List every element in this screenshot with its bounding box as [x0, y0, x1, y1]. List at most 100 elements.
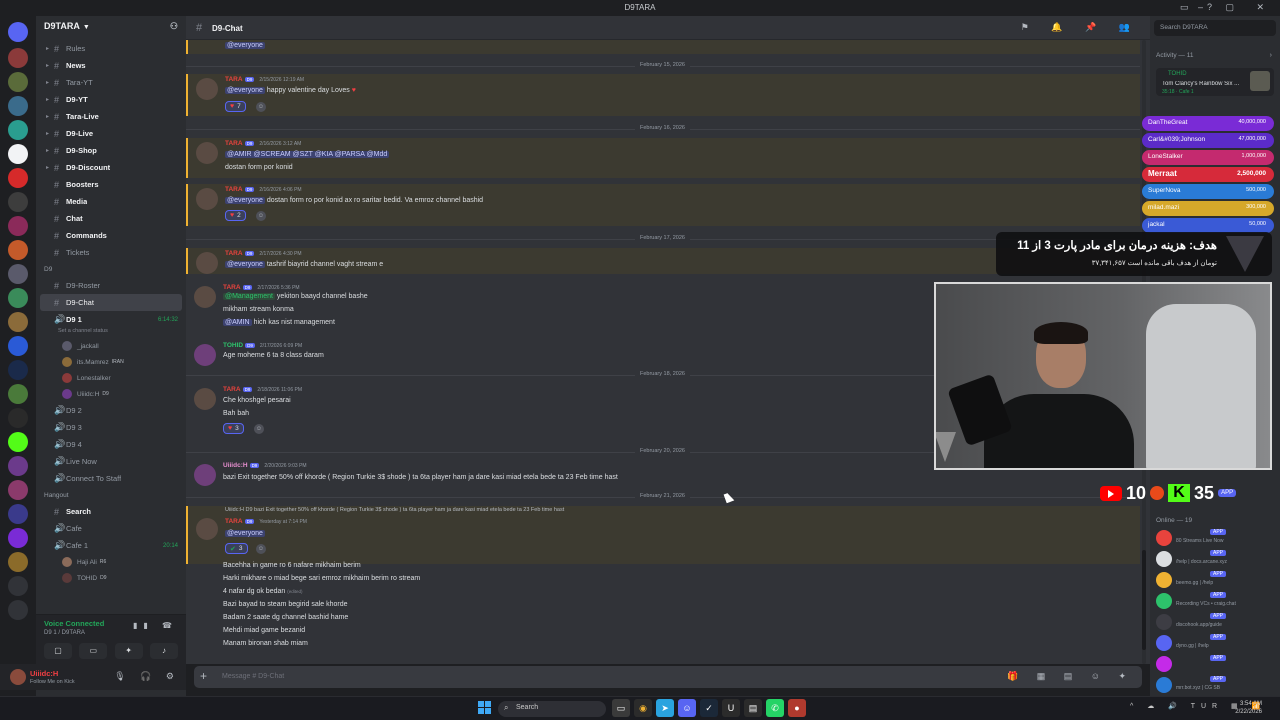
voice-user[interactable]: _jackall [36, 338, 186, 354]
voice-channel-connect-to-staff[interactable]: 🔊 Connect To Staff [36, 470, 186, 487]
category-hangout[interactable]: Hangout [36, 487, 186, 503]
steam-icon[interactable]: ✓ [700, 699, 718, 717]
header-toolbar-icons[interactable]: ⚑ 🔔 📌 👥 [1021, 22, 1140, 33]
server-icon[interactable] [8, 432, 28, 452]
add-server-icon[interactable] [8, 576, 28, 596]
channel-media[interactable]: # Media [36, 193, 186, 210]
server-icon[interactable] [8, 264, 28, 284]
unreal-icon[interactable]: U [722, 699, 740, 717]
author-name[interactable]: TARA [225, 186, 243, 193]
author-name[interactable]: TARA [225, 250, 243, 257]
channel-d9-chat[interactable]: # D9-Chat [40, 294, 182, 311]
voice-channel-d9-4[interactable]: 🔊 D9 4 [36, 436, 186, 453]
channel-chat[interactable]: # Chat [36, 210, 186, 227]
user-controls[interactable]: 🎙 🎧 ⚙ [114, 671, 180, 682]
server-icon[interactable] [8, 72, 28, 92]
mention[interactable]: @everyone [225, 87, 265, 94]
server-icon[interactable] [8, 456, 28, 476]
member-row[interactable]: APP mrr.bot.xyz | CG SB [1156, 675, 1274, 695]
mention[interactable]: @everyone [225, 42, 265, 49]
activities-button[interactable]: ✦ [114, 643, 143, 659]
reply-preview[interactable]: Uiiidc:H D9 bazi Exit together 50% off k… [225, 507, 564, 513]
windows-start-icon[interactable] [478, 701, 492, 715]
avatar[interactable] [196, 78, 218, 100]
avatar[interactable] [194, 464, 216, 486]
voice-user[interactable]: Lonestalker [36, 370, 186, 386]
member-row[interactable]: APP [1156, 654, 1274, 674]
voice-channel-d9-3[interactable]: 🔊 D9 3 [36, 419, 186, 436]
search-input[interactable]: Search D9TARA [1154, 20, 1276, 36]
server-icon[interactable] [8, 240, 28, 260]
voice-user[interactable]: Haji Ali R6 [36, 554, 186, 570]
avatar[interactable] [196, 252, 218, 274]
telegram-icon[interactable]: ➤ [656, 699, 674, 717]
channel-commands[interactable]: # Commands [36, 227, 186, 244]
member-row[interactable]: APP discohook.app/guide [1156, 612, 1274, 632]
server-header[interactable]: D9TARA ▼ ⚇ [36, 16, 186, 38]
voice-user[interactable]: its.Mamrez IRAN [36, 354, 186, 370]
member-row[interactable]: APP 80 Streams Live Now [1156, 528, 1274, 548]
channel-d9-yt[interactable]: ▸ # D9-YT [36, 91, 186, 108]
voice-channel-link[interactable]: D9 1 / D9TARA [44, 630, 85, 636]
add-user-icon[interactable]: ⚇ [170, 21, 178, 32]
soundboard-button[interactable]: ♪ [149, 643, 178, 659]
server-icon[interactable] [8, 552, 28, 572]
channel-tara-yt[interactable]: ▸ # Tara-YT [36, 74, 186, 91]
member-row[interactable]: APP/help | docs.arcane.xyz [1156, 549, 1274, 569]
mention[interactable]: @everyone [225, 197, 265, 204]
server-icon[interactable] [8, 216, 28, 236]
channel-d9-discount[interactable]: ▸ # D9-Discount [36, 159, 186, 176]
system-clock[interactable]: 3:54 AM 2/22/2026 [1235, 700, 1262, 716]
author-name[interactable]: TARA [223, 386, 241, 393]
discord-icon[interactable]: ☺ [678, 699, 696, 717]
server-icon[interactable] [8, 504, 28, 524]
mention[interactable]: @AMIR @SCREAM @SZT @KIA @PARSA @Mdd [225, 151, 390, 158]
reaction[interactable]: ♥ 3 [223, 423, 244, 434]
terminal-icon[interactable]: ▤ [744, 699, 762, 717]
server-icon[interactable] [8, 192, 28, 212]
author-name[interactable]: TARA [223, 284, 241, 291]
message-input[interactable]: Message # D9-Chat [222, 673, 284, 680]
server-icon[interactable] [8, 528, 28, 548]
voice-user[interactable]: TOHID D9 [36, 570, 186, 586]
add-attachment-icon[interactable]: + [200, 669, 207, 683]
channel-d9-shop[interactable]: ▸ # D9-Shop [36, 142, 186, 159]
window-controls[interactable]: – ▢ ✕ [1198, 2, 1274, 13]
channel-boosters[interactable]: # Boosters [36, 176, 186, 193]
add-reaction-icon[interactable]: ☺ [256, 211, 266, 221]
server-icon[interactable] [8, 408, 28, 428]
member-row[interactable]: APP Recording VCs • craig.chat [1156, 591, 1274, 611]
channel-tara-live[interactable]: ▸ # Tara-Live [36, 108, 186, 125]
chrome-icon[interactable]: ◉ [634, 699, 652, 717]
voice-panel-icons[interactable]: ▮▮ ☎ [133, 621, 178, 630]
mention[interactable]: @Management [223, 293, 275, 300]
server-icon[interactable] [8, 312, 28, 332]
avatar[interactable] [10, 669, 26, 685]
username[interactable]: Uiiidc:H [30, 669, 58, 678]
server-icon[interactable] [8, 480, 28, 500]
server-icon[interactable] [8, 384, 28, 404]
voice-channel-d9-1[interactable]: 🔊 D9 1 6:14:32 [36, 311, 186, 328]
avatar[interactable] [194, 344, 216, 366]
voice-channel-cafe-1[interactable]: 🔊 Cafe 1 20:14 [36, 537, 186, 554]
member-row[interactable]: APP dyno.gg | /help [1156, 633, 1274, 653]
avatar[interactable] [194, 388, 216, 410]
member-row[interactable]: APP beemo.gg | /help [1156, 570, 1274, 590]
add-reaction-icon[interactable]: ☺ [254, 424, 264, 434]
reaction[interactable]: ♥ 2 [225, 210, 246, 221]
server-icon[interactable] [8, 288, 28, 308]
channel-news[interactable]: ▸ # News [36, 57, 186, 74]
mention[interactable]: @everyone [225, 261, 265, 268]
channel-rules[interactable]: ▸ # Rules [36, 40, 186, 57]
server-icon[interactable] [8, 360, 28, 380]
taskbar-search[interactable]: ⌕ Search [498, 701, 606, 717]
channel-d9-roster[interactable]: # D9-Roster [36, 277, 186, 294]
file-explorer-icon[interactable]: ▭ [612, 699, 630, 717]
author-name[interactable]: TOHID [223, 342, 243, 349]
author-name[interactable]: Uiiidc:H [223, 462, 248, 469]
voice-channel-live-now[interactable]: 🔊 Live Now [36, 453, 186, 470]
activity-card[interactable]: TOHID Tom Clancy's Rainbow Six ... 35:18… [1156, 68, 1274, 96]
server-icon[interactable] [8, 168, 28, 188]
scrollbar-thumb[interactable] [1142, 550, 1146, 650]
message-composer[interactable]: + Message # D9-Chat 🎁 ▦ ▤ ☺ ✦ [194, 666, 1142, 688]
